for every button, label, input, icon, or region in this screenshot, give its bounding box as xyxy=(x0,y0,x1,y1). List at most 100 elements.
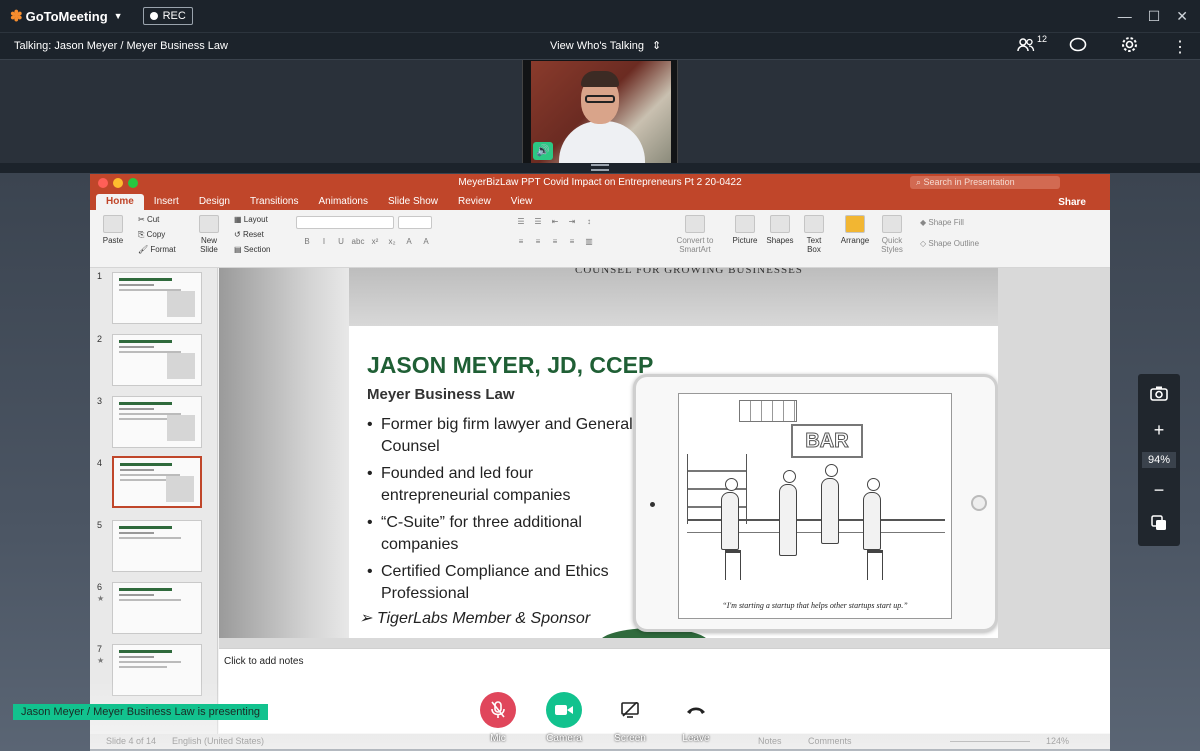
gear-icon xyxy=(1122,37,1137,52)
slide-thumbnail xyxy=(112,582,202,634)
record-button[interactable]: REC xyxy=(142,7,193,25)
ppt-shape-fill: ◆ Shape Fill xyxy=(920,218,964,227)
zoom-panel: + 94% − xyxy=(1138,374,1180,546)
snapshot-button[interactable] xyxy=(1147,383,1171,407)
mic-button[interactable]: Mic xyxy=(468,692,528,744)
talking-bar: Talking: Jason Meyer / Meyer Business La… xyxy=(0,33,1200,59)
cartoon-caption: “I'm starting a startup that helps other… xyxy=(722,601,908,610)
slide-header-image xyxy=(349,268,998,326)
more-vertical-icon: ⋮ xyxy=(1172,39,1188,56)
ppt-new-slide: New Slide xyxy=(194,215,224,254)
arrange-icon xyxy=(845,215,865,233)
ppt-tab-animations: Animations xyxy=(318,196,368,207)
tablet-image: BAR “I'm starting a startup that helps o… xyxy=(633,374,998,632)
ppt-tab-transitions: Transitions xyxy=(249,196,299,207)
camera-button[interactable]: Camera xyxy=(534,692,594,744)
minimize-icon[interactable]: — xyxy=(1118,8,1132,25)
ppt-doc-title: MeyerBizLaw PPT Covid Impact on Entrepre… xyxy=(458,177,742,188)
webcam-tile[interactable]: 🔊 xyxy=(522,60,678,164)
gotomeeting-logo-icon: ✽ xyxy=(10,8,23,25)
slide-thumbnail xyxy=(112,520,202,572)
ppt-tab-design: Design xyxy=(198,196,230,207)
slide-firm-name: Meyer Business Law xyxy=(367,386,515,403)
thumb-number: 4 xyxy=(97,458,103,468)
ppt-shape-outline: ◇ Shape Outline xyxy=(920,239,980,248)
screen-share-off-icon xyxy=(612,692,648,728)
camera-icon xyxy=(1150,386,1168,401)
plus-icon: + xyxy=(1153,420,1165,440)
notes-placeholder: Click to add notes xyxy=(224,656,304,667)
picture-icon xyxy=(735,215,755,233)
chat-bubble-icon xyxy=(1069,37,1087,51)
talking-indicator: Talking: Jason Meyer / Meyer Business La… xyxy=(14,40,228,52)
participant-count: 12 xyxy=(1037,33,1048,44)
hang-up-icon xyxy=(678,692,714,728)
powerpoint-window: MeyerBizLaw PPT Covid Impact on Entrepre… xyxy=(90,174,1110,749)
slide-counter: Slide 4 of 14 xyxy=(106,736,157,746)
ppt-tab-home: Home xyxy=(96,194,144,210)
slide-tiger-line: ➢ TigerLabs Member & Sponsor xyxy=(359,610,591,627)
zoom-in-button[interactable]: + xyxy=(1147,418,1171,442)
thumb-number: 3 xyxy=(97,396,103,406)
ppt-share: Share xyxy=(1058,197,1086,208)
ppt-reset: ↺ Reset xyxy=(234,230,264,239)
leave-label: Leave xyxy=(682,733,710,744)
panel-resize-handle[interactable] xyxy=(0,163,1200,173)
slide-thumbnail-selected xyxy=(112,456,202,508)
ppt-tab-view: View xyxy=(510,196,533,207)
ppt-ribbon-tabs: Home Insert Design Transitions Animation… xyxy=(90,192,1110,210)
mic-muted-icon xyxy=(480,692,516,728)
title-bar: ✽ GoToMeeting ▼ REC — ☐ ✕ xyxy=(0,0,1200,33)
speaker-active-icon: 🔊 xyxy=(533,142,553,160)
participants-button[interactable]: 12 xyxy=(1017,34,1047,58)
slide-title: JASON MEYER, JD, CCEP xyxy=(367,352,654,378)
clipboard-icon xyxy=(103,215,123,233)
thumb-number: 2 xyxy=(97,334,103,344)
ppt-shapes: Shapes xyxy=(764,215,796,245)
fit-screen-button[interactable] xyxy=(1147,513,1171,537)
people-icon xyxy=(1017,37,1035,51)
presenter-banner: Jason Meyer / Meyer Business Law is pres… xyxy=(13,704,269,720)
notes-toggle: Notes xyxy=(758,736,782,746)
align-buttons: ≡ ≡ ≡ ≡ ▥ xyxy=(518,237,593,246)
zoom-out-button[interactable]: − xyxy=(1147,478,1171,502)
shared-screen: MeyerBizLaw PPT Covid Impact on Entrepre… xyxy=(0,173,1200,751)
ppt-format: 🖌 Format xyxy=(138,245,176,254)
leave-button[interactable]: Leave xyxy=(666,692,726,744)
settings-button[interactable] xyxy=(1121,36,1138,58)
maximize-icon[interactable]: ☐ xyxy=(1148,8,1161,25)
new-slide-icon xyxy=(199,215,219,233)
star-icon: ★ xyxy=(97,656,105,665)
bullet-item: Founded and led four entrepreneurial com… xyxy=(367,463,637,507)
ppt-zoom-level: 124% xyxy=(1046,736,1070,746)
ppt-arrange: Arrange xyxy=(838,215,872,245)
ppt-ribbon: Paste ✂ Cut ⎘ Copy 🖌 Format New Slide ▦ … xyxy=(90,210,1110,268)
slide-thumbnail xyxy=(112,644,202,696)
chevron-down-icon: ▼ xyxy=(113,11,123,21)
ppt-section: ▤ Section xyxy=(234,245,271,254)
font-name-field xyxy=(296,216,394,229)
ppt-picture: Picture xyxy=(730,215,760,245)
screen-button[interactable]: Screen xyxy=(600,692,660,744)
mic-label: Mic xyxy=(490,733,506,744)
star-icon: ★ xyxy=(97,594,105,603)
more-options-button[interactable]: ⋮ xyxy=(1172,37,1188,57)
bullet-item: Former big firm lawyer and General Couns… xyxy=(367,414,637,458)
ppt-tab-slideshow: Slide Show xyxy=(387,196,438,207)
slide-thumbnail xyxy=(112,334,202,386)
close-dot-icon xyxy=(98,178,108,188)
close-icon[interactable]: ✕ xyxy=(1176,8,1188,25)
chat-button[interactable] xyxy=(1069,37,1087,58)
view-whos-talking-toggle[interactable]: View Who's Talking ⇕ xyxy=(550,39,661,53)
thumb-number: 7 xyxy=(97,644,103,654)
minimize-dot-icon xyxy=(113,178,123,188)
video-camera-icon xyxy=(546,692,582,728)
screen-label: Screen xyxy=(614,733,646,744)
slide-editor: COUNSEL FOR GROWING BUSINESSES JASON MEY… xyxy=(219,268,1110,648)
slide-thumbnail xyxy=(112,272,202,324)
camera-label: Camera xyxy=(546,733,582,744)
ppt-search-input: ⌕ Search in Presentation xyxy=(910,176,1060,189)
app-menu[interactable]: ✽ GoToMeeting ▼ xyxy=(10,7,123,25)
ppt-textbox: Text Box xyxy=(800,215,828,254)
record-label: REC xyxy=(162,10,186,22)
